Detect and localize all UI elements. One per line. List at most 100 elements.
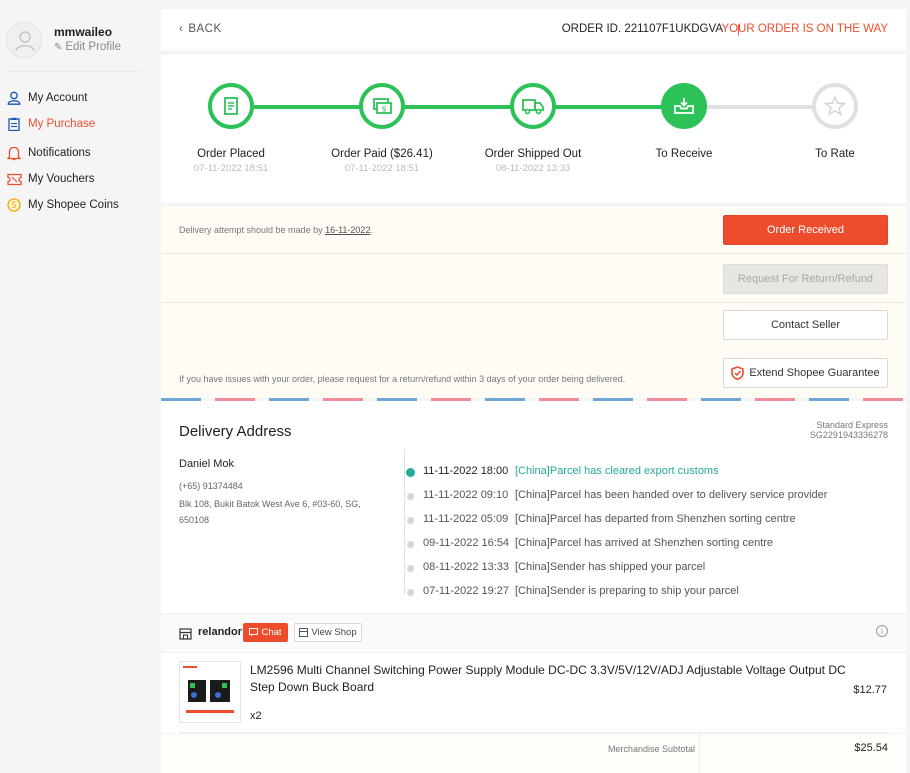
star-icon	[824, 95, 846, 117]
timeline-text: [China]Parcel has cleared export customs	[515, 465, 719, 477]
step-label: Order Placed	[197, 148, 265, 160]
timeline-dot	[407, 493, 414, 500]
delivery-address-title: Delivery Address	[179, 423, 292, 440]
sidebar-item-notifications[interactable]: Notifications	[6, 141, 146, 165]
order-summary: Merchandise Subtotal $25.54	[161, 733, 906, 773]
timeline-time: 11-11-2022 05:09	[423, 513, 509, 525]
sidebar: mmwaileo ✎ Edit Profile My Account My Pur…	[0, 0, 150, 773]
coin-icon: S	[6, 197, 22, 213]
step-label: Order Shipped Out	[484, 148, 582, 160]
timeline-item: 11-11-2022 18:00 [China]Parcel has cleare…	[406, 465, 719, 477]
info-icon[interactable]: i	[876, 625, 888, 637]
chat-icon	[249, 628, 259, 637]
timeline-item: 11-11-2022 05:09 [China]Parcel has depart…	[407, 513, 796, 525]
delivery-attempt-note: Delivery attempt should be made by 16-11…	[179, 225, 373, 235]
inbox-download-icon	[674, 98, 694, 114]
delivery-note-prefix: Delivery attempt should be made by	[179, 225, 326, 235]
action-row-return: Request For Return/Refund	[161, 254, 906, 303]
chevron-left-icon: ‹	[179, 23, 184, 35]
edit-profile-link[interactable]: ✎ Edit Profile	[54, 41, 121, 53]
product-thumbnail[interactable]	[179, 661, 241, 723]
svg-text:S: S	[11, 201, 16, 211]
order-received-button[interactable]: Order Received	[723, 215, 888, 245]
step-to-receive: To Receive	[614, 83, 754, 163]
step-label: To Rate	[815, 148, 855, 160]
timeline-item: 08-11-2022 13:33 [China]Sender has shippe…	[407, 561, 706, 573]
product-price: $12.77	[853, 684, 887, 696]
delivery-note-suffix: .	[370, 225, 373, 235]
courier-name: Standard Express	[816, 420, 888, 430]
timeline-divider	[404, 449, 405, 595]
sidebar-item-my-shopee-coins[interactable]: S My Shopee Coins	[6, 193, 146, 217]
pencil-icon: ✎	[54, 42, 63, 53]
username: mmwaileo	[54, 25, 113, 39]
timeline-time: 08-11-2022 13:33	[423, 561, 510, 573]
product-name[interactable]: LM2596 Multi Channel Switching Power Sup…	[250, 662, 850, 696]
view-shop-button[interactable]: View Shop	[294, 623, 362, 642]
shop-bar: relandor Chat View Shop i	[161, 615, 906, 653]
back-label: BACK	[188, 23, 222, 35]
recipient-address: Blk 108, Bukit Batok West Ave 6, #03-60,…	[179, 499, 361, 525]
summary-divider	[699, 734, 700, 773]
timeline-time: 07-11-2022 19:27	[423, 585, 510, 597]
timeline-dot	[407, 541, 414, 548]
sidebar-item-my-purchase[interactable]: My Purchase	[6, 112, 146, 136]
step-circle	[812, 83, 858, 129]
timeline-dot	[407, 589, 414, 596]
shop-name[interactable]: relandor	[198, 626, 242, 638]
timeline-item: 11-11-2022 09:10 [China]Parcel has been h…	[407, 489, 828, 501]
delivery-section: Delivery Address Standard Express SG2291…	[161, 401, 906, 613]
svg-text:$: $	[381, 105, 386, 114]
delivery-date: 16-11-2022	[325, 225, 371, 235]
avatar[interactable]	[6, 22, 42, 58]
shop-icon	[179, 627, 192, 645]
voucher-icon	[6, 171, 22, 187]
step-circle: $	[359, 83, 405, 129]
merchandise-subtotal-label: Merchandise Subtotal	[607, 744, 695, 754]
step-label: Order Paid ($26.41)	[331, 148, 433, 160]
timeline-text: [China]Sender has shipped your parcel	[515, 561, 706, 573]
edit-profile-label: Edit Profile	[65, 41, 121, 53]
order-progress-stepper: Order Placed 07-11-2022 18:51 $ Order Pa…	[161, 53, 906, 203]
contact-seller-button[interactable]: Contact Seller	[723, 310, 888, 340]
sidebar-item-my-vouchers[interactable]: My Vouchers	[6, 167, 146, 191]
extend-guarantee-button[interactable]: Extend Shopee Guarantee	[723, 358, 888, 388]
sidebar-item-label: My Purchase	[28, 118, 96, 130]
order-status: YOUR ORDER IS ON THE WAY	[721, 23, 888, 35]
recipient-name: Daniel Mok	[179, 458, 235, 470]
shield-icon	[731, 366, 745, 380]
sidebar-item-label: Notifications	[28, 147, 91, 159]
sidebar-item-my-account[interactable]: My Account	[6, 86, 146, 110]
step-label: To Receive	[655, 148, 713, 160]
step-time: 07-11-2022 18:51	[344, 163, 420, 174]
step-to-rate: To Rate	[765, 83, 905, 163]
return-refund-button[interactable]: Request For Return/Refund	[723, 264, 888, 294]
user-placeholder-icon	[15, 31, 35, 52]
step-circle	[661, 83, 707, 129]
courier-info: Standard Express SG2291943336278	[810, 420, 888, 440]
timeline-text: [China]Parcel has been handed over to de…	[515, 489, 828, 501]
tracking-number[interactable]: SG2291943336278	[810, 430, 888, 440]
clipboard-icon	[6, 116, 22, 132]
receipt-icon	[224, 97, 238, 115]
order-product-row[interactable]: LM2596 Multi Channel Switching Power Sup…	[161, 653, 906, 733]
timeline-time: 11-11-2022 18:00	[423, 465, 509, 477]
return-policy-note: If you have issues with your order, plea…	[179, 374, 626, 384]
back-button[interactable]: ‹ BACK	[179, 23, 222, 35]
timeline-dot	[406, 468, 415, 477]
chat-button[interactable]: Chat	[243, 623, 288, 642]
step-time: 08-11-2022 13:33	[495, 163, 571, 174]
recipient-phone: (+65) 91374484	[179, 481, 243, 491]
timeline-dot	[407, 565, 414, 572]
step-order-shipped: Order Shipped Out 08-11-2022 13:33	[463, 83, 603, 174]
timeline-time: 09-11-2022 16:54	[423, 537, 510, 549]
sidebar-item-label: My Vouchers	[28, 173, 95, 185]
order-header: ‹ BACK ORDER ID. 221107F1UKDGVA | YOUR OR…	[161, 9, 906, 51]
merchandise-subtotal-value: $25.54	[854, 742, 888, 754]
step-circle	[510, 83, 556, 129]
chat-label: Chat	[261, 627, 282, 638]
bell-icon	[6, 145, 22, 161]
timeline-item: 07-11-2022 19:27 [China]Sender is prepari…	[407, 585, 739, 597]
user-icon	[6, 90, 22, 106]
step-circle	[208, 83, 254, 129]
